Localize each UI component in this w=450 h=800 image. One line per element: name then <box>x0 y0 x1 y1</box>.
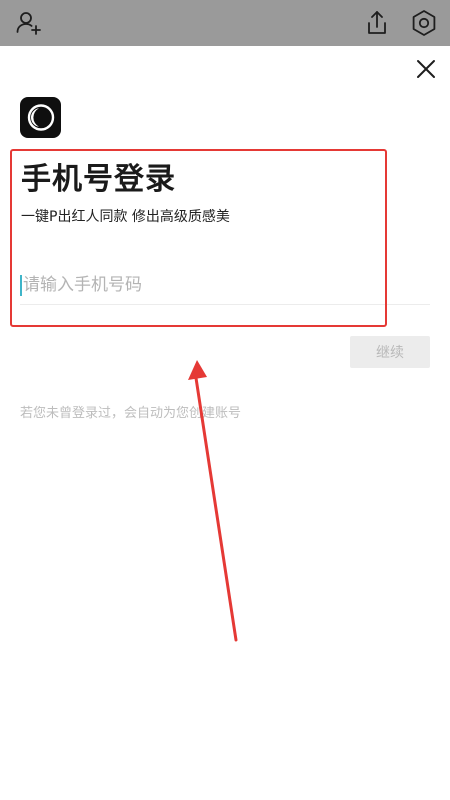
auto-register-hint: 若您未曾登录过，会自动为您创建账号 <box>20 406 242 421</box>
add-user-icon[interactable] <box>14 8 44 38</box>
phone-number-input[interactable] <box>23 268 423 302</box>
share-icon[interactable] <box>362 8 392 38</box>
annotation-arrow <box>188 360 238 642</box>
settings-icon[interactable] <box>409 8 439 38</box>
text-caret <box>20 275 22 296</box>
continue-button[interactable]: 继续 <box>350 336 430 368</box>
top-bar <box>0 0 450 46</box>
app-logo-icon <box>20 97 61 138</box>
page-subtitle: 一键P出红人同款 修出高级质感美 <box>21 209 230 225</box>
page-title: 手机号登录 <box>21 162 176 197</box>
phone-input-container <box>20 268 430 305</box>
login-screen: 手机号登录 一键P出红人同款 修出高级质感美 继续 若您未曾登录过，会自动为您创… <box>0 0 450 800</box>
close-icon[interactable] <box>412 55 440 83</box>
